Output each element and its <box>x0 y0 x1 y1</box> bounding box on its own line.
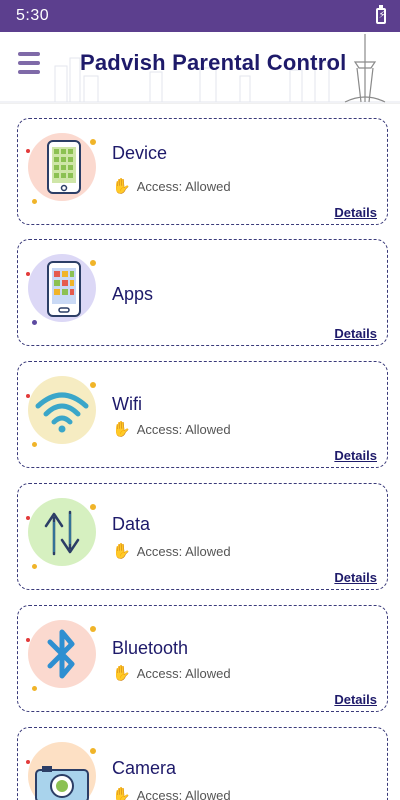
data-icon-wrap <box>26 498 100 570</box>
data-arrows-icon <box>44 510 80 556</box>
hand-icon: ✋ <box>112 543 131 560</box>
menu-button[interactable] <box>18 52 42 76</box>
access-status: ✋ Access: Allowed <box>112 664 231 682</box>
card-apps[interactable]: Apps Details <box>17 239 388 346</box>
hand-icon: ✋ <box>112 178 131 195</box>
camera-icon <box>35 766 89 800</box>
app-title: Padvish Parental Control <box>80 50 347 75</box>
card-title: Device <box>112 143 168 163</box>
card-title: Apps <box>112 284 154 304</box>
details-link[interactable]: Details <box>334 448 377 463</box>
wifi-icon <box>35 392 89 433</box>
bluetooth-icon <box>47 629 75 679</box>
details-link[interactable]: Details <box>334 326 377 341</box>
device-icon-wrap <box>26 133 100 205</box>
camera-icon-wrap <box>26 742 100 800</box>
access-text: Access: Allowed <box>136 422 231 437</box>
card-title: Bluetooth <box>112 638 189 658</box>
wifi-icon-wrap <box>26 376 100 448</box>
bluetooth-icon-wrap <box>26 620 100 692</box>
status-bar: 5:30 ⚡ <box>0 0 400 32</box>
battery-icon: ⚡ <box>376 5 386 24</box>
details-link[interactable]: Details <box>334 692 377 707</box>
status-time: 5:30 <box>16 7 50 24</box>
app-bar: Padvish Parental Control <box>0 32 400 104</box>
hand-icon: ✋ <box>112 421 131 438</box>
access-text: Access: Allowed <box>136 788 231 800</box>
access-text: Access: Allowed <box>136 666 231 681</box>
access-text: Access: Allowed <box>136 179 231 194</box>
details-link[interactable]: Details <box>334 205 377 220</box>
access-text: Access: Allowed <box>136 544 231 559</box>
card-wifi[interactable]: Wifi ✋ Access: Allowed Details <box>17 361 388 468</box>
card-title: Data <box>112 514 151 534</box>
card-title: Camera <box>112 758 177 778</box>
access-status: ✋ Access: Allowed <box>112 542 231 560</box>
card-device[interactable]: Device ✋ Access: Allowed Details <box>17 118 388 225</box>
access-status: ✋ Access: Allowed <box>112 177 231 195</box>
apps-phone-icon <box>47 261 81 317</box>
access-status: ✋ Access: Allowed <box>112 420 231 438</box>
access-status: ✋ Access: Allowed <box>112 786 231 800</box>
hand-icon: ✋ <box>112 665 131 682</box>
phone-grid-icon <box>47 140 81 194</box>
card-data[interactable]: Data ✋ Access: Allowed Details <box>17 483 388 590</box>
hand-icon: ✋ <box>112 787 131 800</box>
card-camera[interactable]: Camera ✋ Access: Allowed <box>17 727 388 800</box>
card-bluetooth[interactable]: Bluetooth ✋ Access: Allowed Details <box>17 605 388 712</box>
card-title: Wifi <box>112 394 142 414</box>
details-link[interactable]: Details <box>334 570 377 585</box>
apps-icon-wrap <box>26 254 100 326</box>
